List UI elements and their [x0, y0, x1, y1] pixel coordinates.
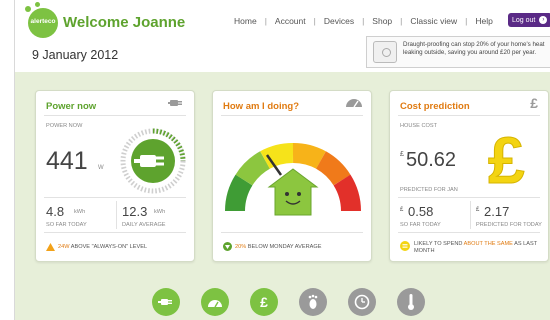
pound-icon: £: [530, 95, 538, 111]
power-now-card[interactable]: Power now POWER NOW 441 W 4.8 kWh SO FAR…: [35, 90, 195, 262]
always-on-note: 24W ABOVE "ALWAYS-ON" LEVEL: [58, 244, 148, 250]
alerteco-logo[interactable]: alerteco: [25, 2, 58, 38]
spend-comparison-note: LIKELY TO SPEND ABOUT THE SAME AS LAST M…: [414, 241, 538, 255]
nav-account[interactable]: Account: [267, 16, 314, 26]
current-date: 9 January 2012: [32, 48, 119, 62]
today-kwh-label: SO FAR TODAY: [46, 222, 87, 228]
card-title: Cost prediction: [400, 101, 470, 112]
plug-icon: [168, 100, 182, 106]
energy-tip-text: Draught-proofing can stop 20% of your ho…: [403, 41, 545, 57]
gauge-icon[interactable]: [201, 288, 229, 316]
nav-home[interactable]: Home: [226, 16, 265, 26]
average-kwh-unit: kWh: [154, 209, 166, 215]
currency-symbol: £: [400, 151, 404, 158]
house-cost-label: HOUSE COST: [400, 123, 437, 129]
currency-symbol: £: [400, 207, 404, 213]
pound-coin-icon: £: [488, 123, 526, 191]
power-value: 441: [46, 147, 88, 175]
today-kwh-unit: kWh: [74, 209, 86, 215]
performance-gauge: [225, 143, 361, 216]
plug-icon[interactable]: [152, 288, 180, 316]
warning-triangle-icon: [46, 243, 55, 251]
power-meter-ring: [120, 128, 186, 194]
bottom-nav: £: [152, 288, 425, 316]
average-kwh-label: DAILY AVERAGE: [122, 222, 166, 228]
so-far-cost-value: 0.58: [408, 204, 434, 219]
power-label: POWER NOW: [46, 123, 83, 129]
gauge-icon: [346, 99, 362, 108]
how-am-i-doing-card[interactable]: How am I doing? 20% BELOW MONDAY AVERAGE: [212, 90, 372, 262]
house-cost-value: 50.62: [406, 149, 457, 171]
top-nav: Home | Account | Devices | Shop | Classic vi…: [226, 16, 501, 26]
card-title: Power now: [46, 101, 97, 112]
currency-symbol: £: [476, 207, 480, 213]
nav-devices[interactable]: Devices: [316, 16, 362, 26]
logout-label: Log out: [512, 16, 536, 24]
nav-shop[interactable]: Shop: [364, 16, 400, 26]
predicted-today-label: PREDICTED FOR TODAY: [476, 222, 542, 228]
logo-text: alerteco: [30, 18, 56, 25]
clock-icon[interactable]: [348, 288, 376, 316]
average-kwh-value: 12.3: [122, 204, 148, 219]
equal-icon: [400, 241, 410, 251]
thermometer-icon[interactable]: [397, 288, 425, 316]
arrow-icon: ›: [539, 16, 548, 24]
card-title: How am I doing?: [223, 101, 299, 112]
welcome-title: Welcome Joanne: [63, 14, 186, 31]
power-unit: W: [98, 165, 104, 171]
predicted-today-value: 2.17: [484, 204, 510, 219]
nav-classic-view[interactable]: Classic view: [402, 16, 465, 26]
nav-help[interactable]: Help: [467, 16, 500, 26]
logout-button[interactable]: Log out ›: [508, 13, 550, 27]
down-arrow-icon: [223, 242, 232, 251]
pound-icon[interactable]: £: [250, 288, 278, 316]
svg-text:£: £: [488, 123, 525, 191]
footprint-icon[interactable]: [299, 288, 327, 316]
energy-tip-box[interactable]: Draught-proofing can stop 20% of your ho…: [366, 36, 550, 68]
cost-prediction-card[interactable]: Cost prediction £ HOUSE COST £ 50.62 PRE…: [389, 90, 549, 262]
monday-average-note: 20% BELOW MONDAY AVERAGE: [235, 244, 322, 250]
predicted-month-label: PREDICTED FOR JAN: [400, 187, 458, 193]
today-kwh-value: 4.8: [46, 204, 65, 219]
thermostat-icon: [373, 41, 397, 63]
so-far-cost-label: SO FAR TODAY: [400, 222, 441, 228]
